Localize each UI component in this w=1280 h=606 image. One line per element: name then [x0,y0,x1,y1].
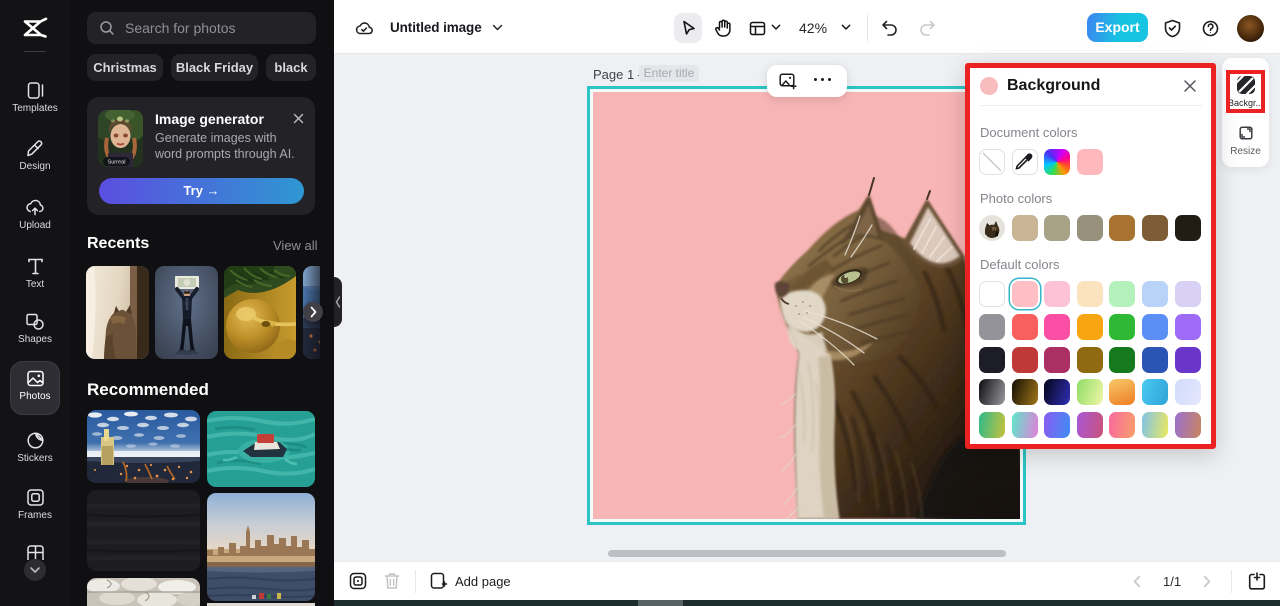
svg-text:Surreal: Surreal [107,160,125,166]
